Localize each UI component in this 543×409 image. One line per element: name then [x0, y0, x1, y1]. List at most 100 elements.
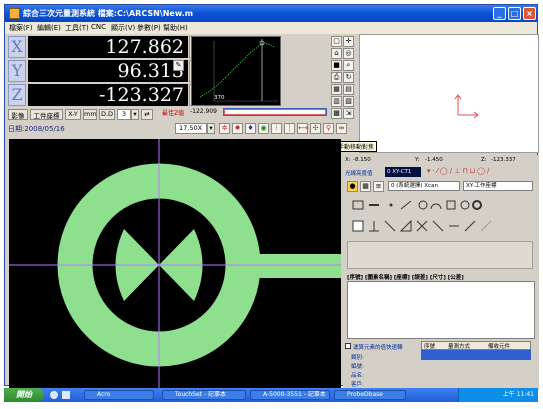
grid-toggle-icon[interactable]: ▦ — [360, 181, 371, 192]
close-button[interactable]: × — [523, 7, 536, 20]
zoom-icon[interactable]: ⌕ — [343, 60, 354, 71]
image-button[interactable]: 影像 — [8, 109, 28, 120]
col-seq: 序號 — [424, 344, 436, 350]
focus-icon[interactable]: ⚲ — [323, 123, 334, 134]
col-component: 備收元件 — [488, 344, 511, 350]
select-tool — [352, 220, 364, 232]
profile-series — [199, 42, 275, 98]
desktop-icon[interactable] — [62, 391, 70, 399]
panel-z-label: Z: — [481, 157, 487, 163]
feature-icons — [352, 200, 492, 232]
align-icon[interactable]: ⁝ — [271, 123, 282, 134]
ring-tool — [472, 200, 482, 210]
measurement-table-selected-row[interactable] — [421, 350, 531, 360]
ring-light-icon[interactable]: ◉ — [258, 123, 269, 134]
feature-list[interactable] — [347, 281, 535, 339]
panel-x-value: -8.150 — [353, 157, 371, 163]
menu-edit[interactable]: 編輯(E) — [37, 23, 61, 33]
circle-tool — [418, 200, 428, 210]
browser-icon[interactable] — [50, 391, 58, 399]
disabled-tool-grid — [347, 241, 533, 269]
print-icon[interactable]: ⎙ — [331, 72, 342, 83]
pencil-icon[interactable]: ✎ — [173, 60, 184, 71]
number-field-label: 編號: — [351, 364, 364, 370]
image-icon[interactable]: ▩ — [331, 108, 342, 119]
menu-help[interactable]: 幫助(H) — [163, 23, 188, 33]
minimize-button[interactable]: _ — [493, 7, 506, 20]
panel-z-value: -123.337 — [491, 157, 516, 163]
table-icon[interactable]: ▦ — [331, 84, 342, 95]
work-coordinate-button[interactable]: 工件座標 — [30, 109, 63, 120]
menu-tools[interactable]: 工具(T) — [65, 23, 89, 33]
tooltip: 手動移動對焦 — [335, 141, 378, 152]
open-folder-icon[interactable]: ⌂ — [331, 48, 342, 59]
focus-profile-plot: 370 — [191, 36, 281, 106]
z-axis-button[interactable]: Z — [8, 84, 26, 106]
chevron-down-icon[interactable]: ▾ — [131, 109, 139, 120]
zoom-select[interactable]: 17.50X — [175, 123, 207, 134]
decimal-places-field[interactable]: 3 — [117, 109, 131, 120]
decimal-button[interactable]: D.D — [99, 109, 115, 120]
feature-tool-grid — [347, 199, 533, 237]
mm-button[interactable]: mm — [83, 109, 97, 120]
page-icon[interactable]: ▢ — [331, 36, 342, 47]
crosshair-icon[interactable]: ✛ — [343, 36, 354, 47]
arc-tool — [430, 203, 442, 210]
sun-icon[interactable]: ✲ — [219, 123, 230, 134]
rectangle-tool — [446, 200, 456, 210]
col-method: 量測方式 — [448, 344, 471, 350]
start-button[interactable]: 開始 — [4, 388, 44, 402]
menu-file[interactable]: 檔案(F) — [9, 23, 33, 33]
task-touchset[interactable]: TouchSet - 記事本 — [162, 390, 246, 400]
y-readout: 96.313 — [28, 60, 188, 82]
swap-icon[interactable]: ⇄ — [141, 109, 153, 120]
title-bar[interactable]: 綜合三次元量測系統 檔案:C:\ARCSN\New.m _ □ × — [5, 5, 537, 22]
camera-view[interactable] — [9, 139, 341, 390]
move-icon[interactable]: ✣ — [310, 123, 321, 134]
y-axis-button[interactable]: Y — [8, 60, 26, 82]
horizontal-move-icon[interactable]: ⟷ — [297, 123, 308, 134]
chart-icon[interactable]: ▧ — [343, 96, 354, 107]
save-icon[interactable]: ■ — [331, 60, 342, 71]
task-probedbase[interactable]: ProbeDbase — [334, 390, 406, 400]
maximize-button[interactable]: □ — [508, 7, 521, 20]
diagonal-tool — [400, 200, 412, 210]
category-field-label: 類別: — [351, 355, 364, 361]
manual-focus-icon[interactable]: ⇹ — [336, 123, 347, 134]
chevron-down-icon[interactable]: ▾ — [207, 123, 215, 134]
point-tool — [389, 203, 393, 207]
task-notepad[interactable]: A-5000-3551 - 記事本 — [250, 390, 330, 400]
shape-toolbar[interactable]: ▾·⁄◯∕⊥⊓⊔◯∕ — [427, 167, 531, 177]
light-icon[interactable]: ✹ — [232, 123, 243, 134]
menu-cnc[interactable]: CNC — [91, 23, 106, 31]
fast-convert-label: 運算元素的值快速轉 — [353, 345, 403, 351]
x-axis-button[interactable]: X — [8, 36, 26, 58]
coordinate-system-select[interactable]: XY-工作座標 — [463, 181, 533, 191]
panel-y-label: Y: — [415, 157, 420, 163]
palette-icon[interactable]: ● — [347, 181, 358, 192]
panel-x-label: X: — [345, 157, 351, 163]
menu-view[interactable]: 顯示(V) — [111, 23, 135, 33]
camera-image — [9, 139, 341, 390]
window-title: 綜合三次元量測系統 檔案:C:\ARCSN\New.m — [23, 9, 194, 18]
light-level-value[interactable]: 0 XY-CT1 — [385, 167, 421, 177]
mode-select[interactable]: 0 (系統選擇) Xcan — [388, 181, 460, 191]
profile-curve — [199, 39, 278, 102]
date-label: 日期:2008/05/16 — [8, 125, 65, 133]
distance-tool — [432, 220, 444, 232]
target-icon[interactable]: ◎ — [343, 48, 354, 59]
report-icon[interactable]: ▥ — [331, 96, 342, 107]
menu-params[interactable]: 參數(P) — [137, 23, 161, 33]
fast-convert-checkbox[interactable] — [345, 343, 351, 349]
grid-icon[interactable]: ▤ — [343, 84, 354, 95]
rotate-icon[interactable]: ↻ — [343, 72, 354, 83]
export-icon[interactable]: ⇲ — [343, 108, 354, 119]
focus-progress-bar — [223, 108, 327, 116]
vertical-align-icon[interactable]: ┆ — [284, 123, 295, 134]
angle-tool — [399, 219, 412, 232]
task-acro[interactable]: Acro — [84, 390, 154, 400]
lamp-icon[interactable]: ♦ — [245, 123, 256, 134]
list-icon[interactable]: ≡ — [373, 181, 384, 192]
xy-button[interactable]: X-Y — [65, 109, 81, 120]
eye-tool — [352, 200, 364, 210]
